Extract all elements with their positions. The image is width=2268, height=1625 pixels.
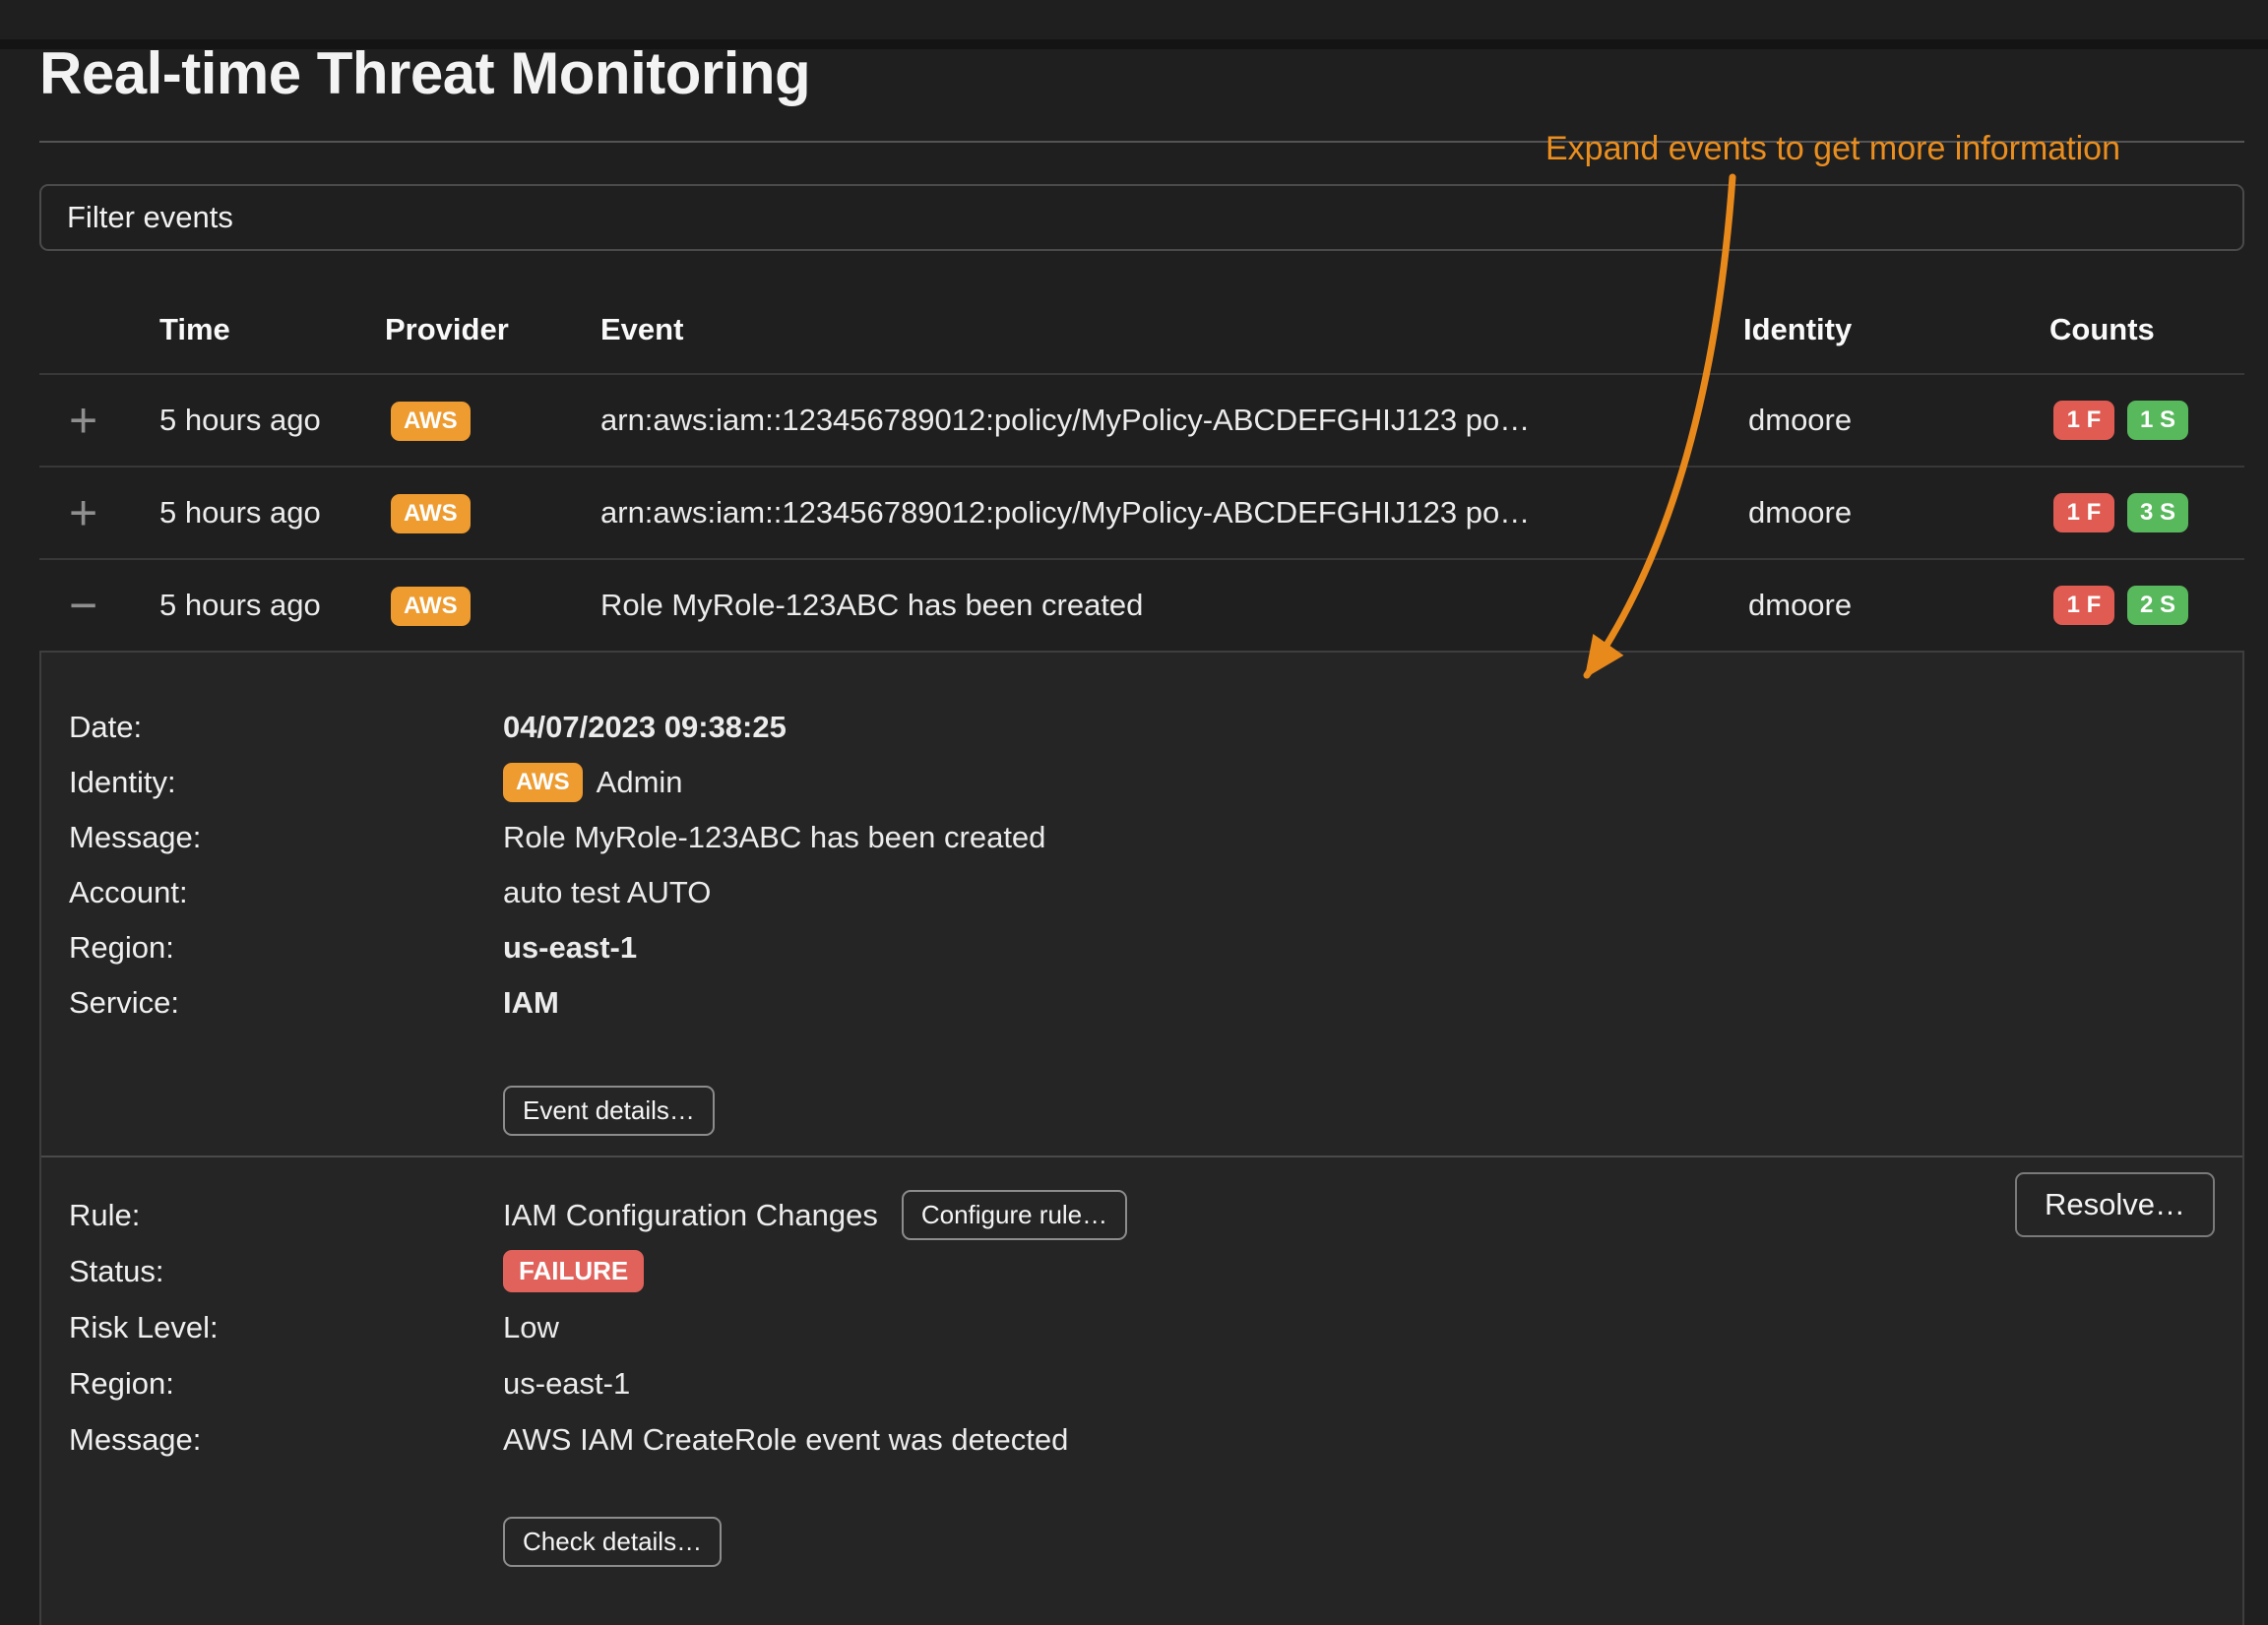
event-row-expanded[interactable]: − 5 hours ago AWS Role MyRole-123ABC has… [39, 558, 2244, 651]
threat-monitoring-page: Real-time Threat Monitoring Time Provide… [0, 39, 2268, 1625]
event-time: 5 hours ago [159, 403, 385, 438]
provider-badge: AWS [503, 763, 583, 802]
header-event: Event [600, 312, 1743, 347]
service-value: IAM [503, 975, 2213, 1031]
success-count-badge: 1 S [2127, 401, 2188, 440]
resolve-button[interactable]: Resolve… [2015, 1172, 2215, 1237]
date-label: Date: [69, 700, 503, 755]
event-detail-panel: Date: 04/07/2023 09:38:25 Identity: AWS … [39, 651, 2244, 1625]
header-identity: Identity [1743, 312, 2049, 347]
collapse-icon[interactable]: − [69, 581, 97, 630]
identity-name: Admin [597, 765, 683, 800]
message-value: Role MyRole-123ABC has been created [503, 810, 2213, 865]
date-value: 04/07/2023 09:38:25 [503, 700, 2213, 755]
risk-level-label: Risk Level: [69, 1299, 503, 1355]
rule-name: IAM Configuration Changes [503, 1198, 878, 1233]
header-counts: Counts [2049, 312, 2244, 347]
failure-status-badge: FAILURE [503, 1250, 644, 1292]
event-identity: dmoore [1743, 495, 2049, 531]
fail-count-badge: 1 F [2053, 586, 2114, 625]
fail-count-badge: 1 F [2053, 401, 2114, 440]
header-provider: Provider [385, 312, 600, 347]
rule-label: Rule: [69, 1187, 503, 1243]
rule-region-label: Region: [69, 1355, 503, 1411]
panel-divider [41, 1156, 2242, 1157]
event-detail-fields: Date: 04/07/2023 09:38:25 Identity: AWS … [69, 700, 2213, 1031]
configure-rule-button[interactable]: Configure rule… [902, 1190, 1127, 1240]
counts-cell: 1 F 1 S [2049, 401, 2244, 440]
fail-count-badge: 1 F [2053, 493, 2114, 532]
provider-badge: AWS [391, 402, 471, 441]
provider-badge: AWS [391, 587, 471, 626]
expand-icon[interactable]: + [69, 488, 97, 537]
service-label: Service: [69, 975, 503, 1031]
event-text: Role MyRole-123ABC has been created [600, 588, 1743, 623]
check-details-button-wrap: Check details… [503, 1517, 2213, 1567]
expander-cell: + [39, 488, 159, 537]
status-value: FAILURE [503, 1243, 2213, 1299]
status-label: Status: [69, 1243, 503, 1299]
rule-fields: Rule: IAM Configuration Changes Configur… [69, 1187, 2213, 1468]
provider-badge: AWS [391, 494, 471, 533]
risk-level-value: Low [503, 1299, 2213, 1355]
account-label: Account: [69, 865, 503, 920]
account-value: auto test AUTO [503, 865, 2213, 920]
event-row[interactable]: + 5 hours ago AWS arn:aws:iam::123456789… [39, 373, 2244, 466]
message-label: Message: [69, 810, 503, 865]
provider-cell: AWS [385, 401, 600, 441]
region-value: us-east-1 [503, 920, 2213, 975]
rule-message-label: Message: [69, 1411, 503, 1468]
rule-region-value: us-east-1 [503, 1355, 2213, 1411]
expander-cell: − [39, 581, 159, 630]
rule-value-line: IAM Configuration Changes Configure rule… [503, 1187, 2213, 1243]
page-title: Real-time Threat Monitoring [39, 39, 2244, 107]
counts-cell: 1 F 3 S [2049, 493, 2244, 532]
event-details-button[interactable]: Event details… [503, 1086, 715, 1136]
success-count-badge: 3 S [2127, 493, 2188, 532]
table-header-row: Time Provider Event Identity Counts [39, 286, 2244, 373]
identity-label: Identity: [69, 755, 503, 810]
expander-cell: + [39, 396, 159, 445]
event-row[interactable]: + 5 hours ago AWS arn:aws:iam::123456789… [39, 466, 2244, 558]
event-text: arn:aws:iam::123456789012:policy/MyPolic… [600, 495, 1743, 531]
expand-icon[interactable]: + [69, 396, 97, 445]
event-identity: dmoore [1743, 403, 2049, 438]
event-text: arn:aws:iam::123456789012:policy/MyPolic… [600, 403, 1743, 438]
provider-cell: AWS [385, 586, 600, 626]
header-time: Time [159, 312, 385, 347]
event-time: 5 hours ago [159, 495, 385, 531]
check-details-button[interactable]: Check details… [503, 1517, 722, 1567]
events-table: Time Provider Event Identity Counts + 5 … [39, 286, 2244, 651]
annotation-text: Expand events to get more information [1545, 130, 2120, 168]
rule-message-value: AWS IAM CreateRole event was detected [503, 1411, 2213, 1468]
event-time: 5 hours ago [159, 588, 385, 623]
event-identity: dmoore [1743, 588, 2049, 623]
filter-events-input[interactable] [39, 184, 2244, 251]
success-count-badge: 2 S [2127, 586, 2188, 625]
region-label: Region: [69, 920, 503, 975]
counts-cell: 1 F 2 S [2049, 586, 2244, 625]
provider-cell: AWS [385, 493, 600, 533]
identity-value: AWS Admin [503, 755, 2213, 810]
event-details-button-wrap: Event details… [503, 1086, 2213, 1136]
